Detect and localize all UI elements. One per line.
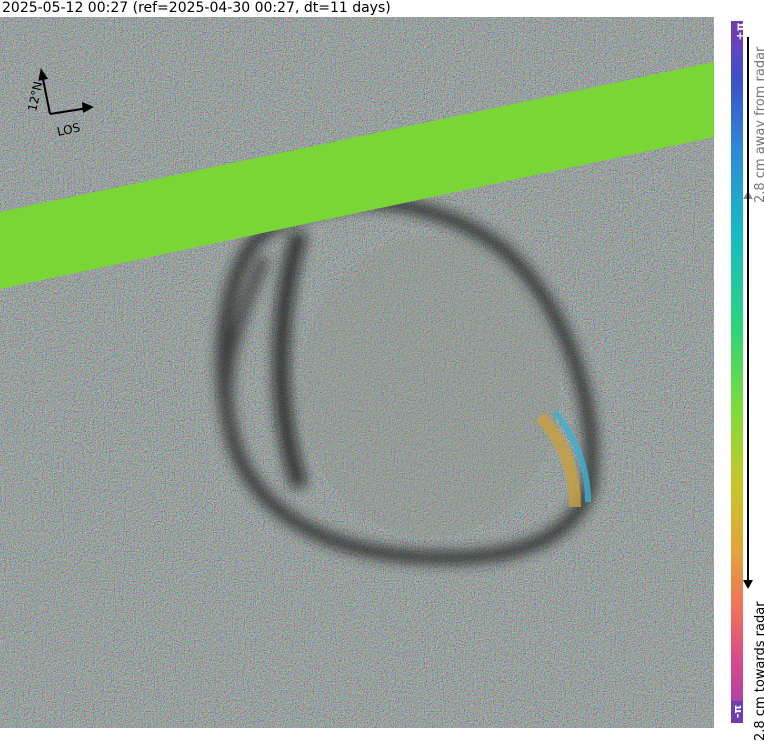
phase-colorbar: +π -π 2.8 cm away from radar 2.8 cm towa…: [714, 17, 764, 741]
colorbar-gradient: [731, 21, 743, 723]
colorbar-bottom-symbol: -π: [731, 701, 744, 723]
colorbar-top-label: 2.8 cm away from radar: [753, 46, 764, 203]
colorbar-top-symbol: +π: [731, 21, 746, 43]
towards-arrow-icon: [743, 37, 753, 589]
image-title: 2025-05-12 00:27 (ref=2025-04-30 00:27, …: [2, 0, 391, 16]
colorbar-bottom-label: 2.8 cm towards radar: [753, 601, 764, 741]
interferogram-map: 12°N LOS: [0, 17, 714, 728]
